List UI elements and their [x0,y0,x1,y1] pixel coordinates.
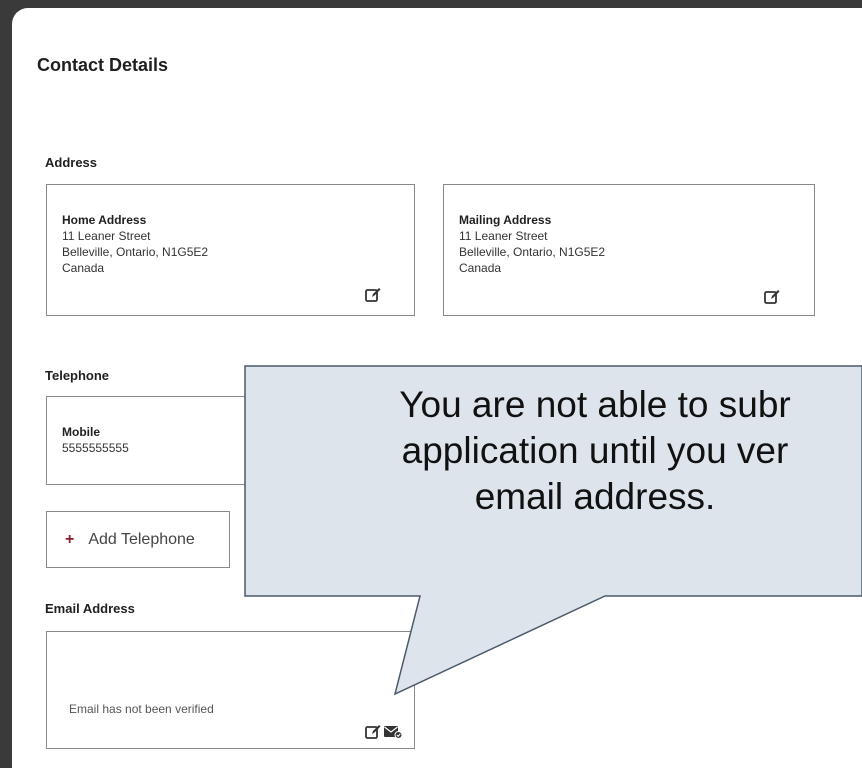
email-card: Email has not been verified [46,631,415,749]
home-address-country: Canada [62,261,105,275]
edit-email-icon[interactable] [365,724,381,740]
address-section-label: Address [45,155,98,170]
callout-line-2: application until you ver [401,430,789,471]
callout-line-3: email address. [474,476,716,517]
page-title: Contact Details [37,55,169,75]
home-address-street: 11 Leaner Street [62,229,151,243]
mailing-address-street: 11 Leaner Street [459,229,548,243]
add-telephone-button[interactable]: + Add Telephone [46,511,230,568]
verify-email-envelope-icon[interactable] [384,725,402,739]
email-verification-status: Email has not been verified [69,702,214,716]
home-address-label: Home Address [62,213,147,227]
callout-message: You are not able to subr application unt… [245,382,862,520]
edit-mailing-address-icon[interactable] [764,289,780,305]
mailing-address-city: Belleville, Ontario, N1G5E2 [459,245,606,259]
mailing-address-country: Canada [459,261,502,275]
telephone-section-label: Telephone [45,368,110,383]
callout-line-1: You are not able to subr [399,384,791,425]
add-telephone-label: Add Telephone [88,530,195,548]
email-section-label: Email Address [45,601,135,616]
home-address-city: Belleville, Ontario, N1G5E2 [62,245,209,259]
mailing-address-label: Mailing Address [459,213,552,227]
home-address-card: Home Address 11 Leaner Street Belleville… [46,184,415,316]
edit-home-address-icon[interactable] [365,287,381,303]
mailing-address-card: Mailing Address 11 Leaner Street Bellevi… [443,184,815,316]
plus-icon: + [65,530,75,548]
